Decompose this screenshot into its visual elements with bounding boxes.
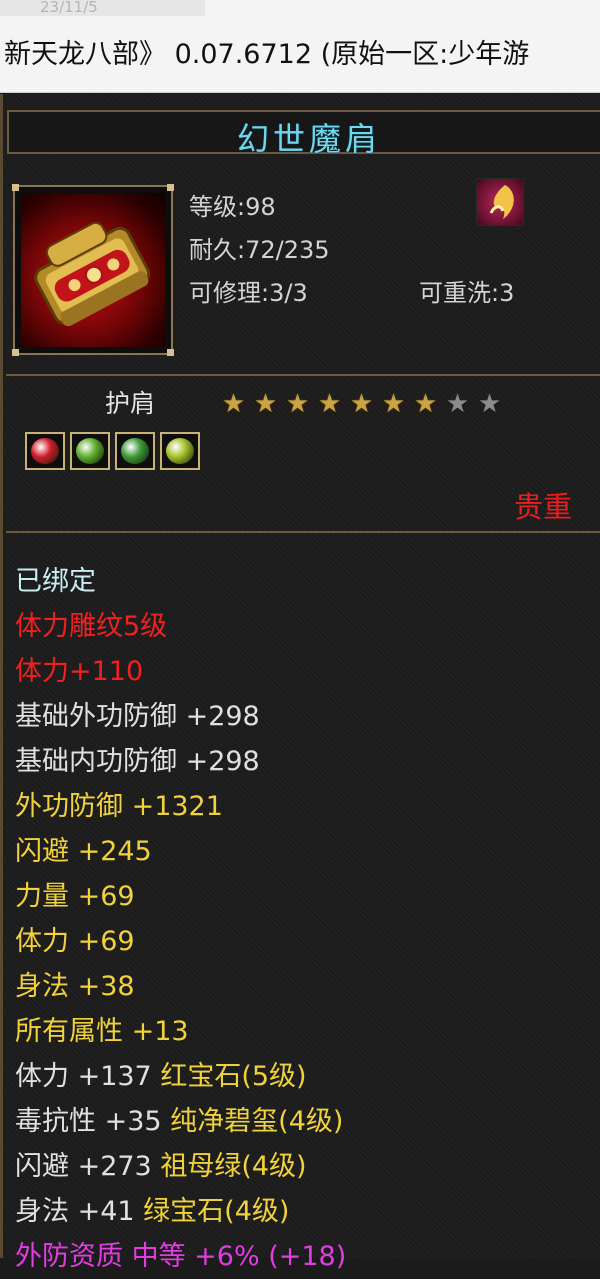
star-filled-icon: ★ — [253, 389, 278, 419]
gem-stat: 体力 +137 — [15, 1061, 161, 1092]
partial-attribute-line: 外防资质 中等 +6% (+18) — [15, 1241, 347, 1272]
attribute-line: 体力+110 — [15, 656, 144, 687]
item-name: 幻世魔肩 — [236, 120, 381, 158]
gem-stat: 毒抗性 +35 — [15, 1106, 171, 1137]
item-durability: 耐久:72/235 — [189, 236, 330, 264]
gem-name: 纯净碧玺(4级) — [170, 1106, 344, 1137]
star-filled-icon: ★ — [381, 389, 406, 419]
gem-attribute-line: 闪避 +273 祖母绿(4级) — [15, 1144, 346, 1189]
green-gem-icon — [70, 432, 110, 470]
gem-stat: 闪避 +273 — [15, 1151, 161, 1182]
item-tooltip: 幻世魔肩 等级:98 耐久:72/235 可修理:3/3 可重洗:3 护肩 ★ … — [0, 94, 600, 1272]
gem-attribute-line: 体力 +137 红宝石(5级) — [15, 1054, 346, 1099]
background-window-tab[interactable]: 23/11/5 — [0, 0, 205, 16]
item-reforge-count: 可重洗:3 — [419, 279, 515, 307]
star-filled-icon: ★ — [221, 389, 246, 419]
star-empty-icon: ★ — [445, 389, 470, 419]
gem-sockets — [25, 432, 200, 470]
attribute-line: 外功防御 +1321 — [15, 791, 223, 822]
gem-name: 绿宝石(4级) — [143, 1196, 290, 1227]
gem-attribute-line: 毒抗性 +35 纯净碧玺(4级) — [15, 1099, 346, 1144]
attribute-line: 体力雕纹5级 — [15, 611, 168, 642]
attribute-list: 已绑定体力雕纹5级 体力+110 基础外功防御 +298 基础内功防御 +298 外功防… — [15, 559, 346, 1279]
divider-middle — [6, 531, 600, 533]
attribute-line: 基础内功防御 +298 — [15, 746, 260, 777]
star-filled-icon: ★ — [317, 389, 342, 419]
star-empty-icon: ★ — [477, 389, 502, 419]
green-gem-icon — [115, 432, 155, 470]
red-gem-icon — [25, 432, 65, 470]
star-filled-icon: ★ — [413, 389, 438, 419]
attribute-line: 闪避 +245 — [15, 836, 152, 867]
gem-name: 红宝石(5级) — [160, 1061, 307, 1092]
item-quality: 贵重 — [513, 490, 572, 524]
item-repair-row: 可修理:3/3 可重洗:3 — [189, 272, 514, 315]
attribute-line: 身法 +38 — [15, 971, 135, 1002]
attribute-line: 已绑定 — [15, 566, 96, 597]
gem-attribute-line: 身法 +41 绿宝石(4级) — [15, 1189, 346, 1234]
item-type: 护肩 — [105, 389, 156, 418]
window-title: 新天龙八部》 0.07.6712 (原始一区:少年游 — [4, 39, 530, 70]
divider-top — [6, 374, 600, 376]
gem-stat: 身法 +41 — [15, 1196, 144, 1227]
star-filled-icon: ★ — [349, 389, 374, 419]
attribute-line: 体力 +69 — [15, 926, 135, 957]
yellow-green-gem-icon — [160, 432, 200, 470]
attribute-line: 所有属性 +13 — [15, 1016, 189, 1047]
item-level: 等级:98 — [189, 193, 276, 221]
shoulder-armor-icon — [21, 193, 165, 347]
star-filled-icon: ★ — [285, 389, 310, 419]
item-stats: 等级:98 耐久:72/235 可修理:3/3 可重洗:3 — [189, 186, 514, 315]
item-repair-count: 可修理:3/3 — [189, 279, 308, 307]
item-icon-frame — [12, 184, 174, 356]
item-name-bar: 幻世魔肩 — [7, 110, 600, 158]
attribute-line: 基础外功防御 +298 — [15, 701, 260, 732]
attribute-line: 力量 +69 — [15, 881, 135, 912]
bound-status-icon — [476, 178, 524, 226]
gem-name: 祖母绿(4级) — [160, 1151, 307, 1182]
window-titlebar: 23/11/5 新天龙八部》 0.07.6712 (原始一区:少年游 — [0, 0, 600, 93]
star-rating: ★ ★ ★ ★ ★ ★ ★ ★ ★ — [219, 390, 504, 419]
